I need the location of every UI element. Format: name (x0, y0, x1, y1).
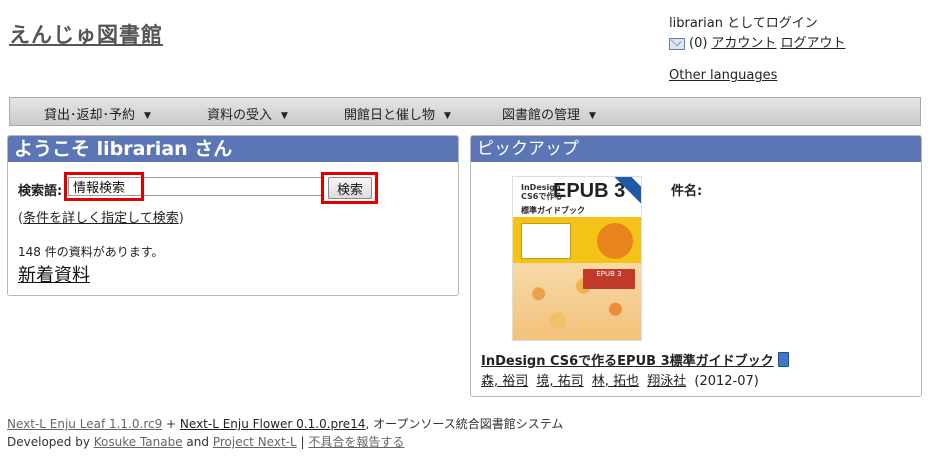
menu-label: 貸出･返却･予約 (44, 108, 136, 123)
footer-suffix: , オープンソース統合図書館システム (365, 417, 564, 431)
pickup-title: ピックアップ (471, 136, 921, 162)
search-button[interactable]: 検索 (328, 177, 372, 199)
search-label: 検索語: (18, 184, 63, 199)
footer: Next-L Enju Leaf 1.1.0.rc9 + Next-L Enju… (7, 415, 563, 451)
menu-admin[interactable]: 図書館の管理 ▼ (502, 104, 596, 123)
cover-top: InDesign CS6で作る EPUB 3 標準ガイドブック (513, 177, 641, 215)
publisher-link[interactable]: 翔泳社 (647, 374, 686, 389)
author-link[interactable]: 林, 拓也 (592, 374, 639, 389)
login-box: librarian としてログイン (0) アカウント ログアウト (669, 14, 845, 54)
enju-leaf-link[interactable]: Next-L Enju Leaf 1.1.0.rc9 (7, 417, 162, 431)
welcome-panel: ようこそ librarian さん 検索語: 検索 (条件を詳しく指定して検索)… (7, 135, 459, 296)
enju-flower-link[interactable]: Next-L Enju Flower 0.1.0.pre14 (180, 417, 366, 431)
welcome-title: ようこそ librarian さん (8, 136, 458, 162)
menu-circulation[interactable]: 貸出･返却･予約 ▼ (44, 104, 151, 123)
cover-lower-art: EPUB 3 (513, 263, 641, 340)
account-link[interactable]: アカウント (711, 34, 776, 54)
site-title-link[interactable]: えんじゅ図書館 (9, 19, 163, 49)
book-cover-image[interactable]: InDesign CS6で作る EPUB 3 標準ガイドブック EPUB 3 (512, 176, 642, 341)
paren-close: ) (178, 211, 184, 226)
developed-by-text: Developed by (7, 435, 94, 449)
book-title-row: InDesign CS6で作るEPUB 3標準ガイドブック (481, 350, 789, 369)
footer-separator: | (296, 435, 309, 449)
triangle-down-icon: ▼ (144, 111, 151, 121)
footer-line2: Developed by Kosuke Tanabe and Project N… (7, 433, 563, 451)
search-input[interactable] (68, 177, 324, 196)
other-languages-link[interactable]: Other languages (669, 68, 777, 83)
advanced-search: (条件を詳しく指定して検索) (18, 207, 184, 226)
menu-label: 図書館の管理 (502, 108, 581, 123)
logout-link[interactable]: ログアウト (780, 34, 845, 54)
footer-line1: Next-L Enju Leaf 1.1.0.rc9 + Next-L Enju… (7, 415, 563, 433)
book-authors: 森, 裕司 境, 祐司 林, 拓也 翔泳社 (2012-07) (481, 370, 759, 389)
project-next-l-link[interactable]: Project Next-L (213, 435, 297, 449)
triangle-down-icon: ▼ (281, 111, 288, 121)
cover-band-text: EPUB 3 (583, 269, 635, 289)
advanced-search-link[interactable]: 条件を詳しく指定して検索 (23, 211, 179, 226)
menu-acquisition[interactable]: 資料の受入 ▼ (207, 104, 288, 123)
item-count-text: 148 件の資料があります。 (18, 245, 164, 259)
author-link[interactable]: 境, 祐司 (536, 374, 583, 389)
cover-orange-circle (597, 223, 633, 259)
triangle-down-icon: ▼ (589, 111, 596, 121)
book-title-link[interactable]: InDesign CS6で作るEPUB 3標準ガイドブック (481, 354, 774, 369)
and-text: and (182, 435, 213, 449)
cover-middle-band (513, 217, 641, 263)
message-count: (0) (689, 36, 708, 51)
menu-events[interactable]: 開館日と催し物 ▼ (344, 104, 451, 123)
footer-plus: + (162, 417, 180, 431)
pickup-panel: ピックアップ InDesign CS6で作る EPUB 3 標準ガイドブック EP… (470, 135, 922, 397)
menu-label: 資料の受入 (207, 108, 273, 123)
report-bug-link[interactable]: 不具合を報告する (308, 435, 404, 449)
user-links: (0) アカウント ログアウト (669, 34, 845, 54)
main-menu-bar: 貸出･返却･予約 ▼ 資料の受入 ▼ 開館日と催し物 ▼ 図書館の管理 ▼ (9, 97, 921, 126)
new-items-link[interactable]: 新着資料 (18, 261, 90, 287)
author-link[interactable]: 森, 裕司 (481, 374, 528, 389)
book-icon (777, 352, 789, 367)
publication-date: (2012-07) (694, 374, 759, 389)
cover-main-title: EPUB 3 (553, 180, 626, 202)
triangle-down-icon: ▼ (444, 111, 451, 121)
cover-subtitle: 標準ガイドブック (521, 206, 585, 215)
subject-label: 件名: (671, 184, 703, 199)
developer-link[interactable]: Kosuke Tanabe (94, 435, 183, 449)
cover-illustration-box (521, 223, 571, 259)
menu-label: 開館日と催し物 (344, 108, 436, 123)
mail-icon[interactable] (669, 38, 685, 50)
login-status: librarian としてログイン (669, 16, 818, 31)
